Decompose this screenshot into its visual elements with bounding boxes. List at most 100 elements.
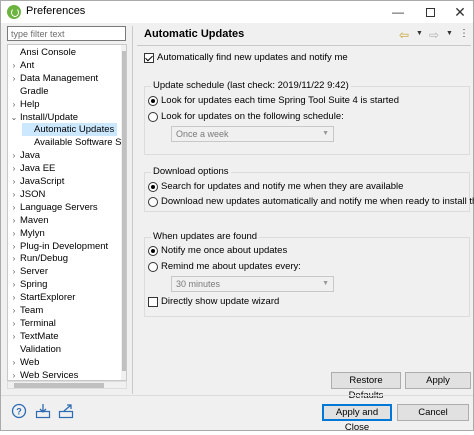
tree-item[interactable]: › Ant — [8, 59, 37, 72]
tree-item[interactable]: › Maven — [8, 214, 52, 227]
opt-remind-row[interactable]: Remind me about updates every: — [148, 260, 301, 273]
opt-search-radio[interactable] — [148, 181, 158, 192]
chevron-right-icon[interactable]: › — [8, 175, 20, 188]
chevron-right-icon[interactable]: › — [8, 252, 20, 265]
tree-item[interactable]: › Run/Debug — [8, 252, 71, 265]
tree-item-label: Run/Debug — [20, 253, 69, 265]
tree-vertical-scrollbar[interactable] — [121, 45, 126, 380]
title-bar: Preferences — ✕ — [1, 1, 473, 23]
tree-item[interactable]: › Plug-in Development — [8, 240, 111, 253]
chevron-right-icon[interactable]: › — [8, 356, 20, 369]
tree-item-label: Automatic Updates — [34, 124, 115, 136]
export-icon[interactable] — [58, 403, 74, 419]
chevron-right-icon[interactable]: › — [8, 72, 20, 85]
chevron-right-icon[interactable]: › — [8, 304, 20, 317]
opt-schedule-radio[interactable] — [148, 111, 158, 122]
apply-and-close-button[interactable]: Apply and Close — [322, 404, 392, 433]
chevron-right-icon[interactable]: › — [8, 317, 20, 330]
back-icon[interactable]: ⇦ — [399, 28, 409, 42]
back-menu-down-icon[interactable]: ▼ — [416, 30, 423, 37]
chevron-right-icon[interactable]: › — [8, 291, 20, 304]
restore-defaults-button[interactable]: Restore Defaults — [331, 372, 401, 401]
maximize-button[interactable] — [415, 1, 445, 23]
chevron-right-icon[interactable]: › — [8, 227, 20, 240]
tree-item-label: Ansi Console — [20, 47, 76, 58]
show-wizard-row[interactable]: Directly show update wizard — [148, 295, 279, 308]
tree-item[interactable]: Automatic Updates — [22, 123, 118, 137]
tree-item[interactable]: › Terminal — [8, 317, 59, 330]
auto-find-label: Automatically find new updates and notif… — [157, 52, 348, 63]
opt-schedule-row[interactable]: Look for updates on the following schedu… — [148, 110, 344, 123]
opt-search-row[interactable]: Search for updates and notify me when th… — [148, 180, 403, 193]
forward-menu-down-icon[interactable]: ▼ — [446, 30, 453, 37]
tree-item[interactable]: › Web — [8, 356, 42, 369]
help-icon[interactable]: ? — [11, 403, 27, 419]
close-button[interactable]: ✕ — [445, 1, 474, 23]
tree-item[interactable]: › Server — [8, 265, 51, 278]
tree-item[interactable]: › JavaScript — [8, 175, 67, 188]
tree-item[interactable]: Available Software Sit — [22, 136, 126, 149]
chevron-right-icon[interactable]: › — [8, 214, 20, 227]
minimize-button[interactable]: — — [383, 1, 413, 23]
apply-button[interactable]: Apply — [405, 372, 471, 389]
tree-item[interactable]: Gradle — [8, 85, 52, 98]
maximize-icon — [425, 8, 435, 18]
opt-remind-radio[interactable] — [148, 261, 158, 272]
spring-tool-suite-icon — [7, 5, 21, 19]
cancel-button[interactable]: Cancel — [397, 404, 469, 421]
opt-download-row[interactable]: Download new updates automatically and n… — [148, 195, 474, 208]
opt-once-row[interactable]: Notify me once about updates — [148, 244, 287, 257]
show-wizard-checkbox[interactable] — [148, 296, 158, 307]
schedule-combo[interactable]: Once a week ▼ — [171, 126, 334, 142]
tree-item[interactable]: › StartExplorer — [8, 291, 78, 304]
tree-item[interactable]: › Mylyn — [8, 227, 48, 240]
chevron-right-icon[interactable]: › — [8, 278, 20, 291]
auto-find-checkbox-row[interactable]: Automatically find new updates and notif… — [144, 51, 348, 64]
opt-once-radio[interactable] — [148, 245, 158, 256]
chevron-down-icon[interactable]: ⌄ — [8, 111, 20, 124]
chevron-right-icon[interactable]: › — [8, 330, 20, 343]
preferences-window: Preferences — ✕ type filter text Ansi Co… — [0, 0, 474, 433]
tree-horizontal-scrollbar[interactable] — [7, 381, 127, 389]
tree-item[interactable]: › JSON — [8, 188, 48, 201]
show-wizard-label: Directly show update wizard — [161, 296, 280, 307]
tree-item-label: Server — [20, 266, 48, 278]
tree-item[interactable]: › TextMate — [8, 330, 62, 343]
view-menu-icon[interactable]: ⋮ — [459, 28, 469, 39]
chevron-right-icon[interactable]: › — [8, 265, 20, 278]
opt-each-start-row[interactable]: Look for updates each time Spring Tool S… — [148, 94, 399, 107]
tree-item[interactable]: › Data Management — [8, 72, 101, 85]
tree-item[interactable]: › Team — [8, 304, 46, 317]
tree-item-label: Plug-in Development — [20, 240, 109, 252]
chevron-right-icon[interactable]: › — [8, 201, 20, 214]
chevron-right-icon[interactable]: › — [8, 59, 20, 72]
scrollbar-thumb[interactable] — [14, 383, 104, 388]
tree-item[interactable]: › Java EE — [8, 162, 58, 175]
opt-each-start-radio[interactable] — [148, 95, 158, 106]
tree-item[interactable]: ⌄ Install/Update — [8, 111, 81, 124]
tree-item[interactable]: › Help — [8, 98, 43, 111]
chevron-right-icon[interactable]: › — [8, 98, 20, 111]
chevron-right-icon[interactable]: › — [8, 240, 20, 253]
remind-combo[interactable]: 30 minutes ▼ — [171, 276, 334, 292]
tree-item[interactable]: › Web Services — [8, 369, 81, 381]
scrollbar-thumb[interactable] — [122, 51, 126, 371]
schedule-combo-value: Once a week — [176, 129, 229, 139]
preference-tree[interactable]: Ansi Console › Ant › Data Management Gradle › H… — [7, 44, 127, 381]
import-icon[interactable] — [35, 403, 51, 419]
tree-item[interactable]: › Spring — [8, 278, 50, 291]
chevron-right-icon[interactable]: › — [8, 188, 20, 201]
opt-download-radio[interactable] — [148, 196, 158, 207]
chevron-right-icon[interactable]: › — [8, 162, 20, 175]
tree-item[interactable]: Ansi Console — [8, 46, 79, 59]
tree-item-label: JavaScript — [20, 176, 65, 187]
auto-find-checkbox[interactable] — [144, 52, 154, 63]
tree-item[interactable]: Validation — [8, 343, 64, 356]
tree-item[interactable]: › Java — [8, 149, 43, 162]
pane-divider[interactable] — [132, 26, 133, 394]
filter-input[interactable]: type filter text — [7, 26, 126, 41]
chevron-right-icon[interactable]: › — [8, 369, 20, 381]
forward-icon[interactable]: ⇨ — [429, 28, 439, 42]
chevron-right-icon[interactable]: › — [8, 149, 20, 162]
tree-item[interactable]: › Language Servers — [8, 201, 101, 214]
